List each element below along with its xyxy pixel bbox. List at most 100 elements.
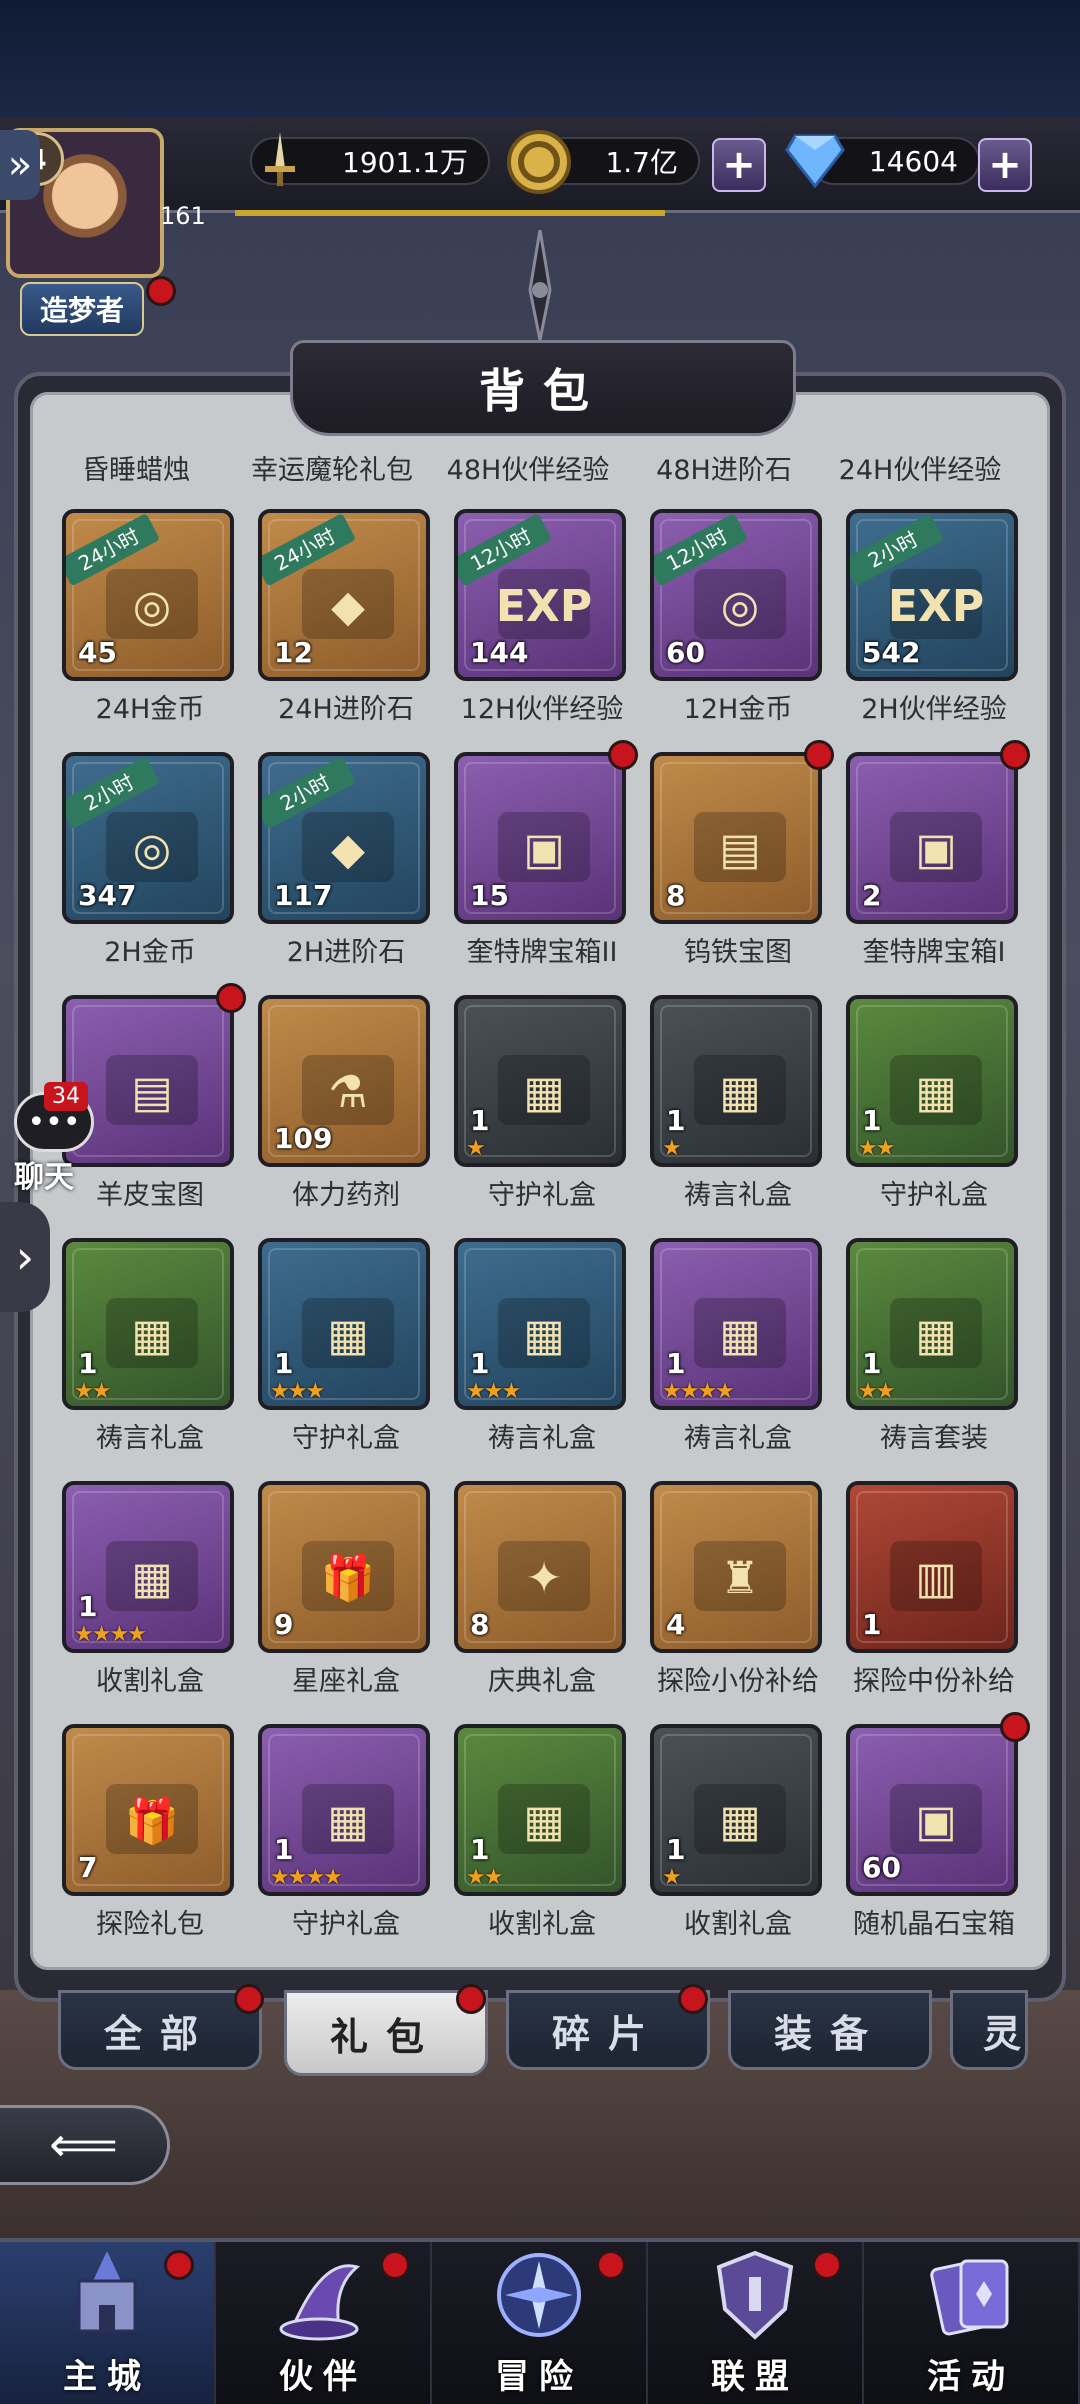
prayer-set-icon: ▦ (876, 1268, 996, 1388)
item-label: 收割礼盒 (96, 1666, 204, 1697)
item-tile[interactable]: EXP 12小时 144 (454, 509, 626, 681)
item-slot[interactable]: EXP 2小时 542 2H伙伴经验 (836, 505, 1032, 725)
item-slot[interactable]: ▣ 15 奎特牌宝箱II (444, 740, 640, 968)
item-label: 随机晶石宝箱 (853, 1909, 1015, 1940)
item-slot[interactable]: ◎ 24小时 45 24H金币 (52, 505, 248, 725)
item-slot[interactable]: ▦ ★★★★ 1 祷言礼盒 (640, 1234, 836, 1454)
star-rating: ★★★★ (74, 1622, 147, 1647)
item-tile[interactable]: 🎁 9 (258, 1481, 430, 1653)
item-tile[interactable]: ⚗ 109 (258, 995, 430, 1167)
item-slot[interactable]: EXP 12小时 144 12H伙伴经验 (444, 505, 640, 725)
item-label: 祷言礼盒 (684, 1180, 792, 1211)
nav-events[interactable]: 活动 (864, 2242, 1080, 2404)
gift-box-icon: 🎁 (92, 1754, 212, 1874)
item-tile[interactable]: ▤ 8 (650, 752, 822, 924)
item-slot[interactable]: ▦ ★★★ 1 祷言礼盒 (444, 1234, 640, 1454)
item-count: 7 (78, 1851, 98, 1884)
nav-adventure[interactable]: 冒险 (432, 2242, 648, 2404)
add-diamond-button[interactable]: + (978, 138, 1032, 192)
nav-label: 联盟 (711, 2357, 799, 2397)
item-tile[interactable]: ▣ 2 (846, 752, 1018, 924)
item-slot[interactable]: ▦ ★ 1 收割礼盒 (640, 1720, 836, 1940)
item-slot[interactable]: ◎ 2小时 347 2H金币 (52, 748, 248, 968)
item-tile[interactable]: EXP 2小时 542 (846, 509, 1018, 681)
gold-coin-icon (505, 128, 573, 196)
nav-main-city[interactable]: 主城 (0, 2242, 216, 2404)
item-label: 24H金币 (95, 694, 205, 725)
item-tile[interactable]: ◎ 24小时 45 (62, 509, 234, 681)
nav-partners[interactable]: 伙伴 (216, 2242, 432, 2404)
item-tile[interactable]: ▦ ★★ 1 (454, 1724, 626, 1896)
item-slot[interactable]: ▦ ★★★ 1 守护礼盒 (248, 1234, 444, 1454)
item-slot[interactable]: ◆ 2小时 117 2H进阶石 (248, 748, 444, 968)
item-tile[interactable]: ▦ ★ 1 (454, 995, 626, 1167)
item-tile[interactable]: ✦ 8 (454, 1481, 626, 1653)
item-tile[interactable]: ▣ 60 (846, 1724, 1018, 1896)
item-slot[interactable]: 🎁 7 探险礼包 (52, 1720, 248, 1940)
item-slot[interactable]: ◎ 12小时 60 12H金币 (640, 505, 836, 725)
item-slot[interactable]: ▣ 2 奎特牌宝箱I (836, 740, 1032, 968)
item-label: 奎特牌宝箱II (466, 937, 618, 968)
item-slot[interactable]: 🎁 9 星座礼盒 (248, 1477, 444, 1697)
item-count: 1 (470, 1104, 490, 1137)
sky-background (0, 0, 1080, 130)
item-label: 守护礼盒 (880, 1180, 988, 1211)
item-tile[interactable]: ▦ ★★ 1 (846, 1238, 1018, 1410)
item-slot[interactable]: ▥ 1 探险中份补给 (836, 1477, 1032, 1697)
add-gold-button[interactable]: + (712, 138, 766, 192)
item-slot[interactable]: ✦ 8 庆典礼盒 (444, 1477, 640, 1697)
tab-all[interactable]: 全部 (58, 1990, 262, 2070)
nav-alliance[interactable]: 联盟 (648, 2242, 864, 2404)
item-tile[interactable]: ▦ ★★★ 1 (454, 1238, 626, 1410)
item-tile[interactable]: ▦ ★★★ 1 (258, 1238, 430, 1410)
bottom-navigation: 主城 伙伴 冒险 联盟 活动 (0, 2238, 1080, 2404)
item-tile[interactable]: ◎ 12小时 60 (650, 509, 822, 681)
item-tile[interactable]: ◆ 2小时 117 (258, 752, 430, 924)
item-slot[interactable]: ▦ ★★ 1 守护礼盒 (836, 991, 1032, 1211)
parchment-map-icon: ▤ (92, 1025, 212, 1145)
item-tile[interactable]: ♜ 4 (650, 1481, 822, 1653)
expand-arrow-icon[interactable]: » (0, 130, 40, 200)
notification-dot (380, 2250, 410, 2280)
item-tile[interactable]: ▦ ★★ 1 (62, 1238, 234, 1410)
item-tile[interactable]: ▣ 15 (454, 752, 626, 924)
item-slot[interactable]: ⚗ 109 体力药剂 (248, 991, 444, 1211)
item-tile[interactable]: ▦ ★★ 1 (846, 995, 1018, 1167)
item-slot[interactable]: ▦ ★★ 1 祷言套装 (836, 1234, 1032, 1454)
back-button[interactable]: ⟸ (0, 2105, 170, 2185)
item-tile[interactable]: ▦ ★★★★ 1 (62, 1481, 234, 1653)
item-slot[interactable]: ▦ ★ 1 守护礼盒 (444, 991, 640, 1211)
item-slot[interactable]: ▣ 60 随机晶石宝箱 (836, 1712, 1032, 1940)
svg-text:◎: ◎ (133, 581, 171, 632)
item-slot[interactable]: ▦ ★★★★ 1 守护礼盒 (248, 1720, 444, 1940)
item-tile[interactable]: ▦ ★ 1 (650, 1724, 822, 1896)
player-title: 造梦者 (20, 282, 144, 336)
guardian-box-icon: ▦ (288, 1754, 408, 1874)
tab-equipment[interactable]: 装备 (728, 1990, 932, 2070)
side-expand-arrow-icon[interactable]: › (0, 1202, 50, 1312)
star-rating: ★★ (858, 1136, 895, 1161)
tab-spirit[interactable]: 灵 (950, 1990, 1028, 2070)
item-tile[interactable]: ▦ ★★★★ 1 (258, 1724, 430, 1896)
item-tile[interactable]: ▥ 1 (846, 1481, 1018, 1653)
item-tile[interactable]: ▦ ★ 1 (650, 995, 822, 1167)
item-slot[interactable]: ♜ 4 探险小份补给 (640, 1477, 836, 1697)
item-tile[interactable]: ◎ 2小时 347 (62, 752, 234, 924)
svg-text:▤: ▤ (131, 1067, 173, 1118)
back-arrow-icon: ⟸ (49, 2117, 118, 2173)
item-slot[interactable]: ▦ ★★ 1 收割礼盒 (444, 1720, 640, 1940)
item-slot[interactable]: ▦ ★★ 1 祷言礼盒 (52, 1234, 248, 1454)
chat-button[interactable]: ••• 34 聊天 (4, 1082, 100, 1195)
svg-text:▦: ▦ (719, 1310, 761, 1361)
item-slot[interactable]: ◆ 24小时 12 24H进阶石 (248, 505, 444, 725)
item-tile[interactable]: ▦ ★★★★ 1 (650, 1238, 822, 1410)
item-tile[interactable]: 🎁 7 (62, 1724, 234, 1896)
item-label: 24H进阶石 (278, 694, 414, 725)
item-slot[interactable]: ▦ ★★★★ 1 收割礼盒 (52, 1477, 248, 1697)
guardian-box-icon: ▦ (876, 1025, 996, 1145)
item-slot[interactable]: ▦ ★ 1 祷言礼盒 (640, 991, 836, 1211)
item-count: 1 (470, 1833, 490, 1866)
item-slot[interactable]: ▤ 8 钨铁宝图 (640, 740, 836, 968)
item-tile[interactable]: ◆ 24小时 12 (258, 509, 430, 681)
notification-dot (1000, 740, 1030, 770)
